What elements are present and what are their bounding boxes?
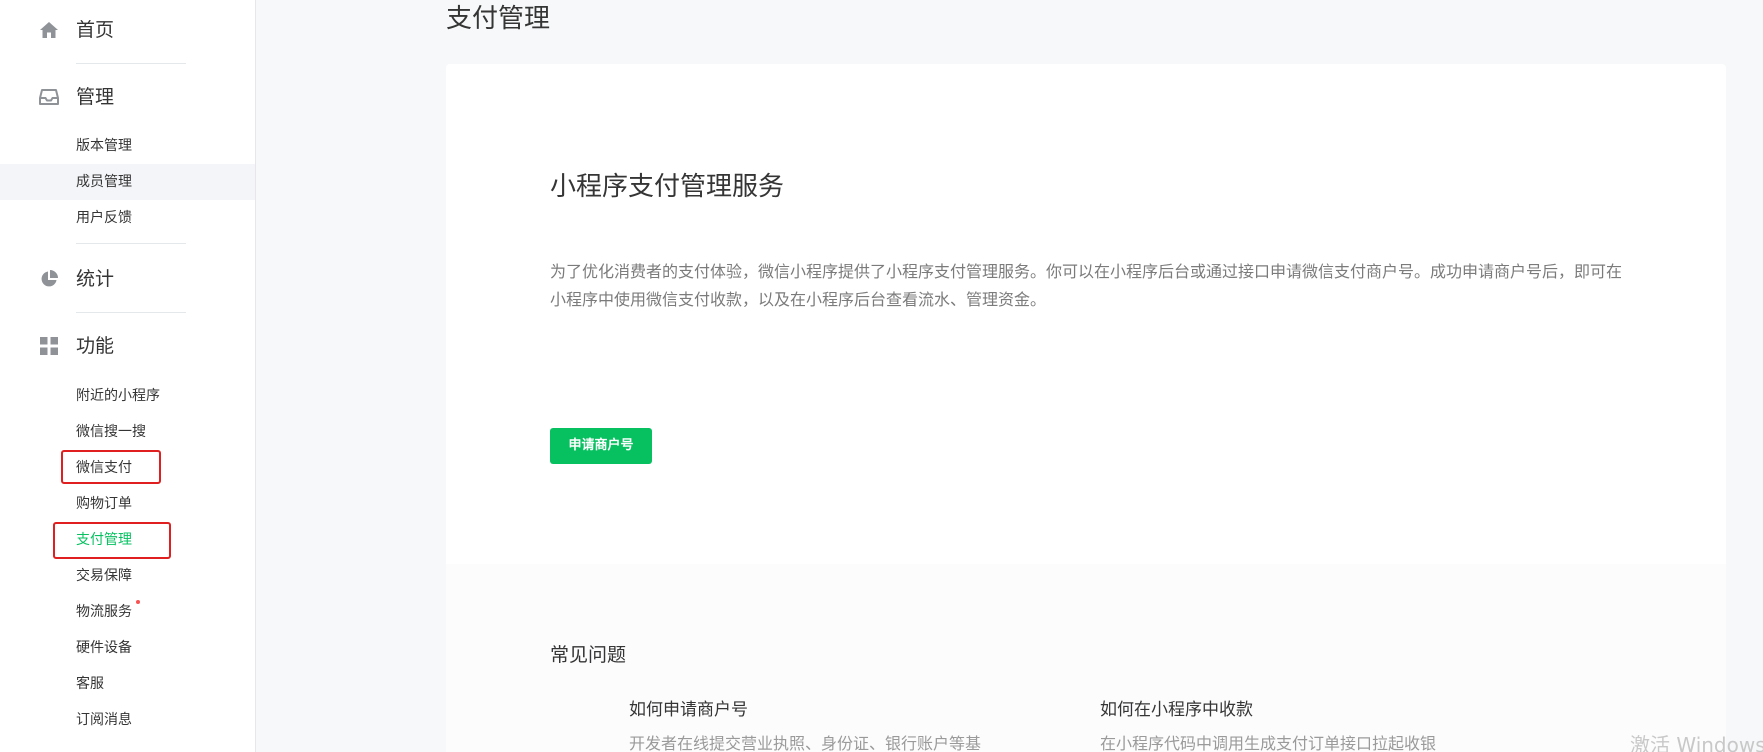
sidebar-item-label: 首页: [76, 19, 115, 41]
sidebar-item-label: 附近的小程序: [76, 388, 160, 404]
sidebar-group-label: 功能: [76, 335, 115, 357]
sidebar-item-label: 统计: [76, 268, 115, 290]
sidebar-item-label: 成员管理: [76, 174, 132, 190]
sidebar-item-stats[interactable]: 统计: [0, 268, 255, 290]
sidebar-item-shopping-orders[interactable]: 购物订单: [0, 486, 255, 522]
sidebar-item-label: 支付管理: [76, 532, 132, 548]
sidebar-item-label: 交易保障: [76, 568, 132, 584]
service-title: 小程序支付管理服务: [550, 172, 785, 202]
sidebar: 首页 管理 版本管理 成员管理 用户反馈 统计 功能 附近的小程序 微信搜一搜 …: [0, 0, 256, 752]
windows-activation-watermark: 激活 Windows: [1630, 733, 1763, 752]
app-window: 首页 管理 版本管理 成员管理 用户反馈 统计 功能 附近的小程序 微信搜一搜 …: [0, 0, 1763, 752]
page-title: 支付管理: [446, 4, 551, 34]
pie-chart-icon: [38, 268, 60, 290]
divider: [76, 63, 186, 64]
sidebar-item-version-management[interactable]: 版本管理: [0, 128, 255, 164]
faq-answer-collect-payment: 在小程序代码中调用生成支付订单接口拉起收银: [1100, 734, 1437, 752]
sidebar-item-wechat-pay[interactable]: 微信支付: [0, 450, 255, 486]
sidebar-item-transaction-guarantee[interactable]: 交易保障: [0, 558, 255, 594]
sidebar-group-features[interactable]: 功能: [0, 335, 255, 357]
sidebar-group-manage[interactable]: 管理: [0, 86, 255, 108]
content-card: 小程序支付管理服务 为了优化消费者的支付体验，微信小程序提供了小程序支付管理服务…: [446, 64, 1726, 752]
sidebar-item-label: 购物订单: [76, 496, 132, 512]
sidebar-item-member-management[interactable]: 成员管理: [0, 164, 255, 200]
sidebar-item-label: 微信支付: [76, 460, 132, 476]
faq-section-background: [446, 564, 1726, 752]
sidebar-item-label: 微信搜一搜: [76, 424, 146, 440]
sidebar-item-customer-service[interactable]: 客服: [0, 666, 255, 702]
sidebar-item-label: 订阅消息: [76, 712, 132, 728]
home-icon: [38, 19, 60, 41]
sidebar-item-hardware-devices[interactable]: 硬件设备: [0, 630, 255, 666]
service-description: 为了优化消费者的支付体验，微信小程序提供了小程序支付管理服务。你可以在小程序后台…: [550, 262, 1623, 309]
faq-answer-apply-merchant: 开发者在线提交营业执照、身份证、银行账户等基: [629, 734, 982, 752]
sidebar-item-nearby-miniprogram[interactable]: 附近的小程序: [0, 378, 255, 414]
inbox-icon: [38, 86, 60, 108]
sidebar-item-label: 客服: [76, 676, 104, 692]
divider: [76, 312, 186, 313]
sidebar-item-payment-management[interactable]: 支付管理: [0, 522, 255, 558]
sidebar-item-wechat-search[interactable]: 微信搜一搜: [0, 414, 255, 450]
sidebar-item-label: 版本管理: [76, 138, 132, 154]
grid-icon: [38, 335, 60, 357]
faq-question-collect-payment[interactable]: 如何在小程序中收款: [1100, 698, 1253, 722]
faq-question-apply-merchant[interactable]: 如何申请商户号: [629, 698, 748, 722]
sidebar-group-label: 管理: [76, 86, 115, 108]
sidebar-item-label: 物流服务: [76, 604, 132, 620]
apply-merchant-account-button[interactable]: 申请商户号: [550, 428, 652, 464]
faq-title: 常见问题: [550, 644, 627, 666]
sidebar-item-user-feedback[interactable]: 用户反馈: [0, 200, 255, 236]
new-badge-dot: [136, 600, 140, 604]
sidebar-item-label: 用户反馈: [76, 210, 132, 226]
sidebar-item-home[interactable]: 首页: [0, 19, 255, 41]
divider: [76, 243, 186, 244]
sidebar-item-label: 硬件设备: [76, 640, 132, 656]
sidebar-item-logistics-service[interactable]: 物流服务: [0, 594, 255, 630]
sidebar-item-subscription-messages[interactable]: 订阅消息: [0, 702, 255, 738]
